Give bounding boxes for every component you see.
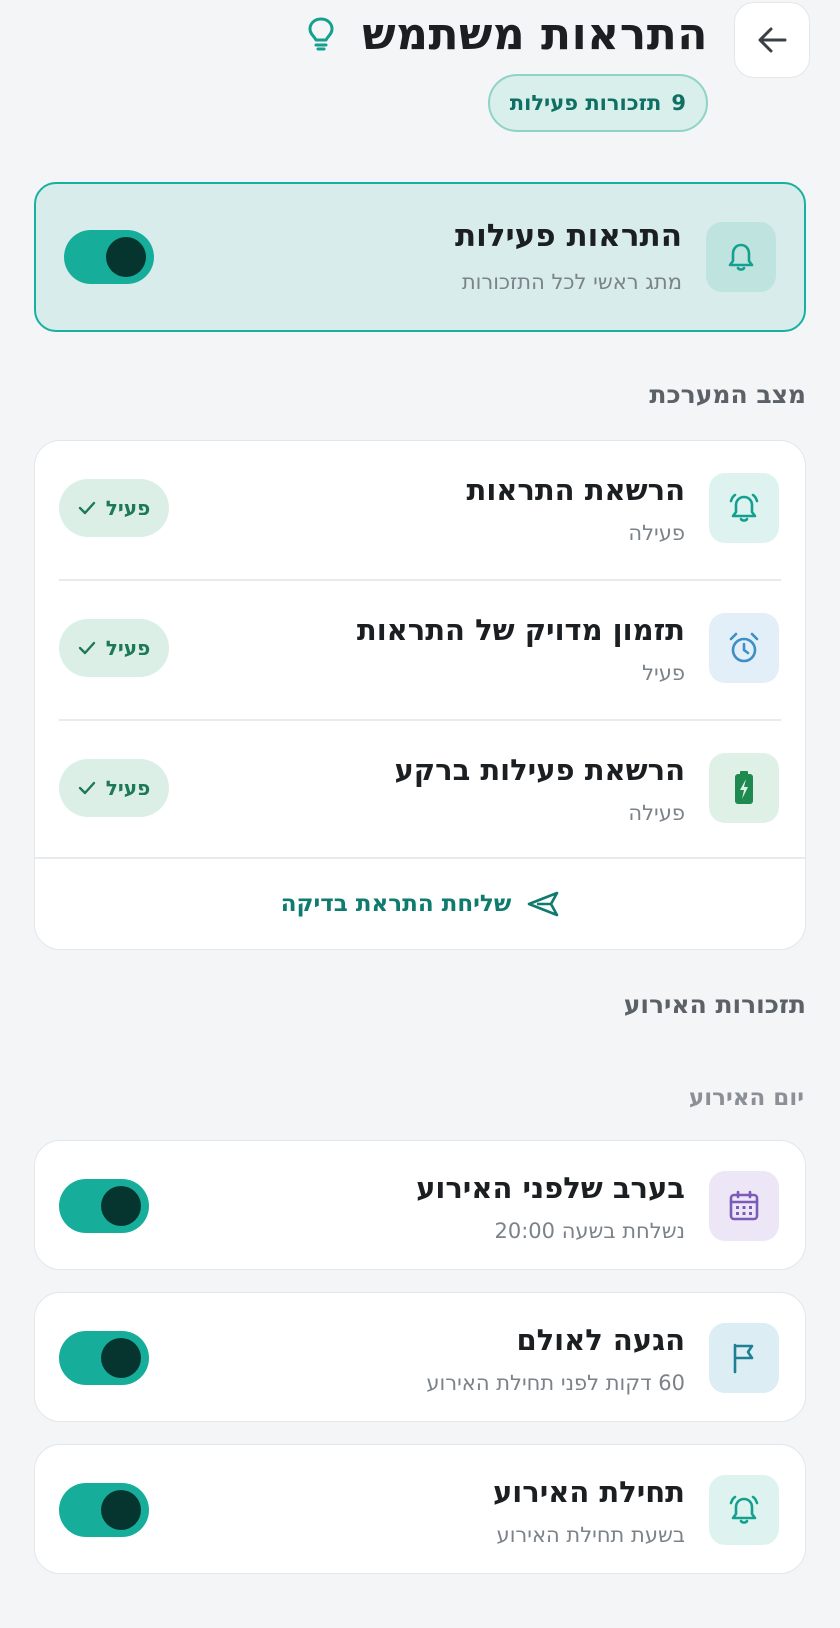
list-item-notification-permission[interactable]: הרשאת התראות פעילה פעיל [35,441,805,581]
row-subtitle: פעיל [642,661,685,685]
reminder-arrival-hall: הגעה לאולם 60 דקות לפני תחילת האירוע [34,1292,806,1422]
row-subtitle: פעילה [628,521,685,545]
toggle-knob [106,237,146,277]
toggle-knob [101,1490,141,1530]
alarm-clock-icon [709,613,779,683]
active-reminders-badge: 9 תזכורות פעילות [487,74,708,132]
bell-icon [706,222,776,292]
status-badge: פעיל [59,759,169,817]
check-icon [78,781,95,795]
status-badge: פעיל [59,479,169,537]
toggle-knob [101,1338,141,1378]
status-text: פעיל [105,496,151,520]
reminder-toggle[interactable] [59,1179,149,1233]
check-icon [78,501,95,515]
reminder-event-start: תחילת האירוע בשעת תחילת האירוע [34,1444,806,1574]
event-reminders-heading: תזכורות האירוע [623,990,806,1019]
lightbulb-icon[interactable] [304,16,336,52]
check-icon [78,641,95,655]
flag-icon [709,1323,779,1393]
arrow-left-icon [758,27,787,53]
send-test-label: שליחת התראת בדיקה [280,891,512,917]
row-title: הרשאת התראות [466,473,685,507]
back-button[interactable] [734,2,810,78]
bell-ring-icon [709,473,779,543]
reminder-title: הגעה לאולם [516,1323,685,1357]
status-text: פעיל [105,636,151,660]
reminder-title: בערב שלפני האירוע [416,1171,685,1205]
event-day-heading: יום האירוע [688,1085,804,1111]
notifications-page: התראות משתמש 9 תזכורות פעילות התראות פעי… [0,0,840,1628]
reminder-subtitle: 60 דקות לפני תחילת האירוע [426,1371,685,1395]
row-subtitle: פעילה [628,801,685,825]
list-item-background-activity[interactable]: הרשאת פעילות ברקע פעילה פעיל [35,721,805,861]
reminder-subtitle: בשעת תחילת האירוע [496,1523,685,1547]
active-count-label: תזכורות פעילות [509,91,662,115]
row-title: הרשאת פעילות ברקע [394,753,685,787]
page-title: התראות משתמש [304,6,708,62]
calendar-icon [709,1171,779,1241]
master-notifications-card: התראות פעילות מתג ראשי לכל התזכורות [34,182,806,332]
reminder-subtitle: נשלחת בשעה 20:00 [494,1219,685,1243]
status-text: פעיל [105,776,151,800]
master-subtitle: מתג ראשי לכל התזכורות [461,270,682,294]
active-count: 9 [671,91,686,115]
reminder-toggle[interactable] [59,1331,149,1385]
reminder-title: תחילת האירוע [492,1475,685,1509]
battery-charging-icon [709,753,779,823]
list-item-exact-alarm[interactable]: תזמון מדויק של התראות פעיל פעיל [35,581,805,721]
page-title-text: התראות משתמש [362,8,708,60]
master-title: התראות פעילות [454,218,682,254]
reminder-evening-before: בערב שלפני האירוע נשלחת בשעה 20:00 [34,1140,806,1270]
toggle-knob [101,1186,141,1226]
system-status-card: הרשאת התראות פעילה פעיל תזמון מדויק של ה… [34,440,806,950]
send-test-notification-button[interactable]: שליחת התראת בדיקה [35,857,805,949]
bell-ring-icon [709,1475,779,1545]
reminder-toggle[interactable] [59,1483,149,1537]
send-icon [527,891,559,917]
master-toggle[interactable] [64,230,154,284]
system-status-heading: מצב המערכת [649,380,806,409]
row-title: תזמון מדויק של התראות [356,613,685,647]
status-badge: פעיל [59,619,169,677]
